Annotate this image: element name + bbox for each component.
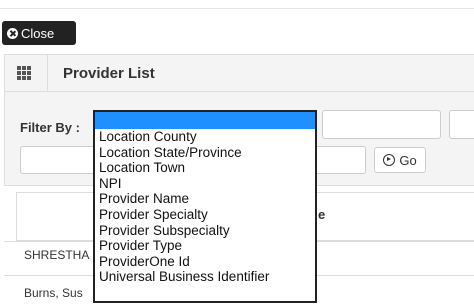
dropdown-option-provider-type[interactable]: Provider Type: [99, 238, 315, 254]
dropdown-option-location-town[interactable]: Location Town: [99, 160, 315, 176]
dropdown-option-provider-subspecialty[interactable]: Provider Subspecialty: [99, 223, 315, 239]
dropdown-option-provider-name[interactable]: Provider Name: [99, 191, 315, 207]
filter-value-input[interactable]: [322, 110, 441, 139]
filter-by-label: Filter By :: [20, 120, 80, 135]
dropdown-option-location-county[interactable]: Location County: [99, 129, 315, 145]
dropdown-selected-option[interactable]: [95, 112, 315, 129]
dropdown-option-location-state[interactable]: Location State/Province: [99, 145, 315, 161]
column-header[interactable]: e: [318, 207, 325, 222]
header-divider: [47, 55, 48, 91]
top-divider: [0, 8, 474, 9]
dropdown-option-providerone-id[interactable]: ProviderOne Id: [99, 254, 315, 270]
page-title: Provider List: [63, 64, 155, 82]
provider-name-cell[interactable]: Burns, Sus: [24, 286, 83, 300]
panel-header: Provider List: [4, 54, 474, 92]
grid-menu-icon[interactable]: [17, 66, 31, 80]
go-button[interactable]: Go: [374, 147, 426, 173]
close-button-label: Close: [21, 25, 55, 41]
play-circle-icon: [383, 154, 396, 166]
dropdown-option-npi[interactable]: NPI: [99, 176, 315, 192]
dropdown-option-ubi[interactable]: Universal Business Identifier: [99, 269, 315, 285]
filter-extra-input[interactable]: [449, 110, 474, 139]
filter-by-dropdown[interactable]: Location County Location State/Province …: [93, 110, 317, 303]
provider-name-cell[interactable]: SHRESTHA: [24, 248, 89, 262]
close-button[interactable]: Close: [2, 21, 76, 45]
go-button-label: Go: [399, 152, 417, 168]
dropdown-option-provider-specialty[interactable]: Provider Specialty: [99, 207, 315, 223]
close-icon: [7, 27, 18, 39]
